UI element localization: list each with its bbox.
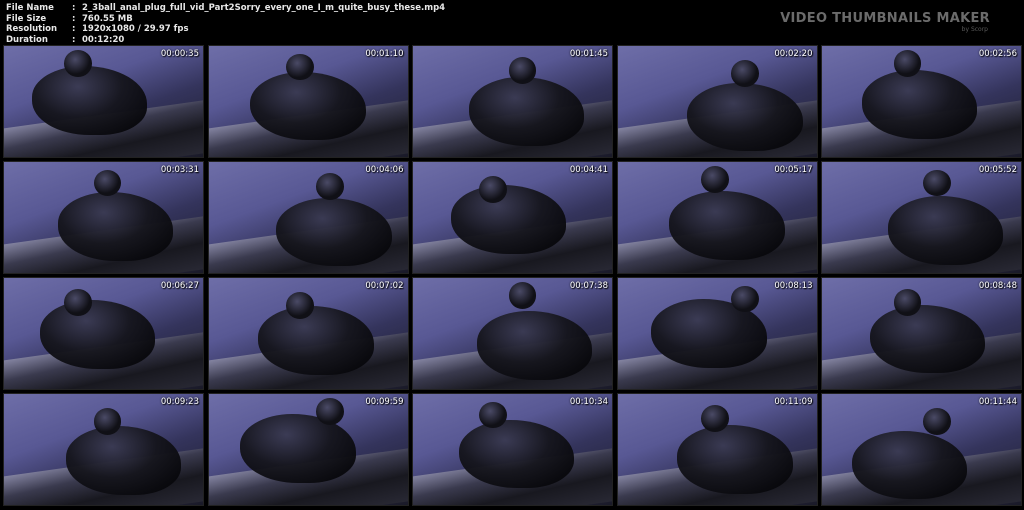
thumbnail-timestamp: 00:05:52 — [978, 165, 1017, 175]
thumbnail-subject — [861, 70, 978, 140]
file-size-value: 760.55 MB — [82, 13, 133, 24]
file-size-row: File Size : 760.55 MB — [6, 14, 445, 25]
video-thumbnail: 00:02:20 — [616, 45, 818, 158]
video-thumbnail: 00:07:38 — [412, 277, 613, 390]
video-thumbnail: 00:01:45 — [412, 45, 613, 158]
thumbnail-subject — [65, 426, 182, 495]
file-name-label: File Name — [6, 3, 54, 13]
brand-title: VIDEO THUMBNAILS MAKER — [780, 11, 990, 26]
thumbnail-subject — [31, 65, 148, 135]
thumbnail-subject-head — [893, 289, 922, 316]
thumbnail-subject — [851, 430, 968, 500]
video-thumbnail: 00:10:34 — [412, 393, 613, 506]
video-thumbnail: 00:09:59 — [207, 393, 409, 506]
thumbnail-subject-head — [63, 50, 92, 78]
video-thumbnail: 00:04:06 — [207, 161, 409, 274]
thumbnail-subject-head — [63, 289, 92, 316]
separator: : — [72, 3, 76, 13]
file-name-row: File Name : 2_3ball_anal_plug_full_vid_P… — [6, 3, 445, 14]
thumbnail-timestamp: 00:02:56 — [978, 49, 1017, 59]
thumbnail-subject — [887, 196, 1004, 266]
thumbnail-timestamp: 00:09:23 — [160, 397, 199, 407]
thumbnail-subject — [250, 71, 366, 141]
thumbnail-subject-head — [478, 176, 507, 204]
video-thumbnail: 00:05:17 — [616, 161, 818, 274]
resolution-row: Resolution : 1920x1080 / 29.97 fps — [6, 24, 445, 35]
video-thumbnail: 00:11:44 — [821, 393, 1022, 506]
thumbnail-subject — [57, 191, 174, 261]
thumbnail-subject — [39, 300, 156, 369]
thumbnail-timestamp: 00:02:20 — [774, 49, 813, 59]
thumbnail-timestamp: 00:01:45 — [569, 49, 608, 59]
thumbnail-timestamp: 00:08:13 — [774, 281, 813, 291]
thumbnail-subject-head — [701, 166, 729, 194]
thumbnail-subject-head — [93, 408, 122, 436]
thumbnail-subject-head — [286, 53, 314, 81]
thumbnail-subject-head — [730, 60, 759, 88]
thumbnail-subject — [458, 419, 575, 489]
thumbnail-timestamp: 00:11:09 — [774, 397, 813, 407]
thumbnail-subject-head — [730, 285, 759, 313]
video-thumbnail: 00:04:41 — [412, 161, 613, 274]
resolution-value: 1920x1080 / 29.97 fps — [82, 24, 189, 35]
thumbnail-timestamp: 00:09:59 — [365, 397, 404, 407]
thumbnail-timestamp: 00:04:41 — [569, 165, 608, 175]
thumbnail-subject — [468, 77, 585, 146]
video-thumbnail: 00:05:52 — [821, 161, 1022, 274]
thumbnail-subject-head — [701, 405, 729, 432]
thumbnail-subject-head — [508, 282, 537, 310]
thumbnail-grid: 00:00:35 00:01:10 00:01:45 00:02:20 00:02:56… — [3, 45, 1022, 507]
thumbnail-subject-head — [315, 398, 344, 426]
video-thumbnail: 00:00:35 — [3, 45, 204, 158]
thumbnail-subject — [450, 185, 567, 255]
thumbnail-subject — [669, 190, 785, 260]
thumbnail-timestamp: 00:03:31 — [160, 165, 199, 175]
thumbnail-subject — [869, 304, 986, 374]
thumbnail-timestamp: 00:04:06 — [365, 165, 404, 175]
thumbnail-timestamp: 00:00:35 — [160, 49, 199, 59]
thumbnail-timestamp: 00:10:34 — [569, 397, 608, 407]
video-thumbnail: 00:07:02 — [207, 277, 409, 390]
duration-label: Duration — [6, 34, 48, 45]
video-thumbnail: 00:02:56 — [821, 45, 1022, 158]
thumbnail-subject-head — [315, 173, 344, 200]
thumbnail-subject — [240, 413, 356, 483]
thumbnail-timestamp: 00:08:48 — [978, 281, 1017, 291]
thumbnail-subject — [677, 425, 793, 494]
thumbnail-subject-head — [923, 169, 952, 197]
thumbnail-timestamp: 00:05:17 — [774, 165, 813, 175]
file-size-label: File Size — [6, 13, 47, 24]
thumbnail-subject-head — [508, 57, 537, 84]
video-thumbnail: 00:08:13 — [616, 277, 818, 390]
thumbnail-subject — [687, 82, 803, 152]
duration-value: 00:12:20 — [82, 34, 125, 45]
thumbnail-timestamp: 00:11:44 — [978, 397, 1017, 407]
thumbnail-timestamp: 00:06:27 — [160, 281, 199, 291]
thumbnail-subject — [258, 305, 374, 375]
video-thumbnail: 00:08:48 — [821, 277, 1022, 390]
thumbnail-subject-head — [478, 401, 507, 429]
file-info-panel: File Name : 2_3ball_anal_plug_full_vid_P… — [6, 3, 445, 45]
separator: : — [72, 34, 76, 45]
video-thumbnail: 00:09:23 — [3, 393, 204, 506]
separator: : — [72, 24, 76, 35]
duration-row: Duration : 00:12:20 — [6, 35, 445, 46]
video-thumbnail: 00:11:09 — [616, 393, 818, 506]
thumbnail-subject — [476, 311, 593, 381]
video-thumbnail: 00:06:27 — [3, 277, 204, 390]
thumbnail-timestamp: 00:01:10 — [365, 49, 404, 59]
thumbnail-subject — [276, 197, 392, 267]
thumbnail-timestamp: 00:07:02 — [365, 281, 404, 291]
thumbnail-subject-head — [286, 292, 314, 320]
video-thumbnail: 00:03:31 — [3, 161, 204, 274]
brand-subtitle: by Scorp — [961, 26, 988, 33]
resolution-label: Resolution — [6, 24, 58, 35]
thumbnail-subject-head — [923, 408, 952, 436]
file-name-value: 2_3ball_anal_plug_full_vid_Part2Sorry_ev… — [82, 3, 446, 13]
separator: : — [72, 13, 76, 24]
video-thumbnail: 00:01:10 — [207, 45, 409, 158]
thumbnail-timestamp: 00:07:38 — [569, 281, 608, 291]
